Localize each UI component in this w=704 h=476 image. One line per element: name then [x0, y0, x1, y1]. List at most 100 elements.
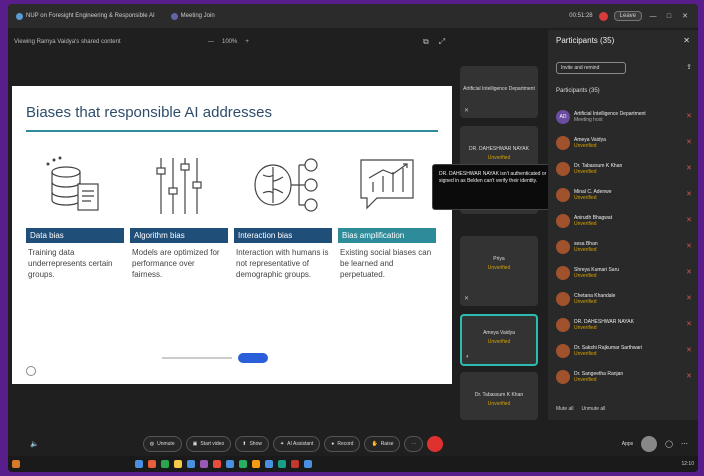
tile-name: Ameya Vaidya [483, 330, 515, 336]
slide-title: Biases that responsible AI addresses [26, 104, 272, 121]
zoom-in-button[interactable]: + [245, 39, 249, 45]
participants-section-header[interactable]: Participants (35) [556, 88, 600, 94]
participant-item[interactable]: DR. DAHESHWAR NAYAK Unverified ✕ [556, 312, 694, 338]
chat-icon[interactable]: ◯ [665, 440, 673, 448]
taskbar-app-icon[interactable] [174, 460, 182, 468]
slide-column-data-bias: Data bias Training data underrepresents … [26, 144, 124, 284]
taskbar-app-icon[interactable] [265, 460, 273, 468]
taskbar-app-icon[interactable] [148, 460, 156, 468]
share-toolbar: Viewing Ramya Vaidya's shared content — … [8, 32, 458, 52]
participant-item[interactable]: sesa Bhan Unverified ✕ [556, 234, 694, 260]
participant-item[interactable]: Dr. Tabassum K Khan Unverified ✕ [556, 156, 694, 182]
participant-item[interactable]: Anirudh Bhagwat Unverified ✕ [556, 208, 694, 234]
taskbar-app-icon[interactable] [278, 460, 286, 468]
taskbar-app-icon[interactable] [239, 460, 247, 468]
participant-item[interactable]: Chetana Khandale Unverified ✕ [556, 286, 694, 312]
speaker-icon[interactable]: 🔈 [30, 440, 39, 448]
button-label: Start video [200, 441, 225, 447]
taskbar-app-icon[interactable] [291, 460, 299, 468]
mic-off-icon: ✕ [686, 217, 692, 224]
tab-meeting-title[interactable]: NUP on Foresight Engineering & Responsib… [8, 4, 163, 28]
start-video-button[interactable]: ▣ Start video [185, 436, 232, 452]
participant-status: Unverified [574, 247, 597, 253]
search-icon[interactable] [135, 460, 143, 468]
raise-hand-button[interactable]: ✋ Raise [364, 436, 401, 452]
taskbar-app-icon[interactable] [161, 460, 169, 468]
tile-status: Unverified [487, 401, 511, 407]
database-document-icon [26, 144, 124, 228]
meeting-controls: 🔈 ◍ Unmute ▣ Start video ⬆ Show ✦ AI Assista… [8, 432, 698, 456]
apps-button[interactable]: Apps [622, 441, 633, 447]
footer-line [162, 357, 232, 359]
column-text: Models are optimized for performance ove… [132, 248, 220, 279]
taskbar-app-icon[interactable] [187, 460, 195, 468]
participants-icon[interactable] [641, 436, 658, 452]
zoom-control: — 100% + [208, 32, 249, 52]
unmute-button[interactable]: ◍ Unmute [142, 436, 182, 452]
fullscreen-icon[interactable]: ⤢ [439, 37, 445, 47]
participant-list: AD Artificial Intelligence Department Mee… [556, 104, 694, 390]
hand-icon: ✋ [371, 441, 378, 447]
zoom-out-button[interactable]: — [208, 39, 214, 45]
ai-assistant-button[interactable]: ✦ AI Assistant [272, 436, 321, 452]
start-icon[interactable] [12, 460, 20, 468]
panel-footer: Mute all Unmute all [556, 406, 605, 412]
column-header: Data bias [26, 228, 124, 243]
more-button[interactable]: ⋯ [404, 436, 424, 452]
slide-column-bias-amplification: Bias amplification Existing social biase… [338, 144, 436, 284]
button-label: AI Assistant [287, 441, 314, 447]
leave-call-button[interactable] [427, 436, 444, 452]
taskbar-app-icon[interactable] [200, 460, 208, 468]
record-button[interactable]: ● Record [324, 436, 361, 452]
participant-status: Unverified [574, 325, 597, 331]
participant-item[interactable]: AD Artificial Intelligence Department Mee… [556, 104, 694, 130]
taskbar-app-icon[interactable] [304, 460, 312, 468]
participant-item[interactable]: Dr. Sakshi Rajkumar Sarthwari Unverified … [556, 338, 694, 364]
leave-button[interactable]: Leave [613, 11, 642, 21]
taskbar-clock[interactable]: 12:10 [681, 461, 694, 467]
share-icons: ⧉ ⤢ [423, 32, 445, 52]
avatar [556, 292, 570, 306]
minimize-icon[interactable]: — [648, 13, 658, 20]
taskbar-app-icon[interactable] [213, 460, 221, 468]
taskbar-app-icon[interactable] [252, 460, 260, 468]
video-tile[interactable]: Priya Unverified ✕ [460, 236, 538, 306]
column-header: Interaction bias [234, 228, 332, 243]
participant-item[interactable]: Ameya Vaidya Unverified ✕ [556, 130, 694, 156]
logo-icon [26, 366, 36, 376]
close-icon[interactable]: ✕ [680, 12, 690, 20]
chart-speech-bubble-icon [338, 144, 436, 228]
tab-meeting-join[interactable]: Meeting Join [163, 4, 223, 28]
panel-title: Participants (35) [556, 36, 615, 45]
pop-out-icon[interactable]: ⧉ [423, 37, 429, 47]
close-panel-icon[interactable]: ✕ [683, 36, 690, 45]
mute-all-button[interactable]: Mute all [556, 406, 574, 412]
video-tile[interactable]: Artificial Intelligence Department ✕ [460, 66, 538, 118]
video-tile-speaking[interactable]: Ameya Vaidya Unverified ◐ [460, 314, 538, 366]
brain-network-icon [234, 144, 332, 228]
participant-item[interactable]: Shreya Kumari Saru Unverified ✕ [556, 260, 694, 286]
mic-off-icon: ✕ [464, 296, 470, 302]
button-label: Show [249, 441, 262, 447]
tile-name: DR. DAHESHWAR NAYAK [469, 146, 529, 152]
more-options-icon[interactable]: ⋯ [681, 440, 688, 448]
title-bar-controls: 00:51:28 Leave — □ ✕ [569, 11, 698, 21]
controls-right: Apps ◯ ⋯ [622, 436, 698, 452]
mic-off-icon: ✕ [686, 269, 692, 276]
footer-button [238, 353, 268, 363]
slide-divider [26, 130, 438, 132]
unmute-all-button[interactable]: Unmute all [582, 406, 606, 412]
invite-button[interactable]: Invite and remind [556, 62, 626, 74]
tab-label: NUP on Foresight Engineering & Responsib… [26, 13, 155, 19]
taskbar-app-icon[interactable] [226, 460, 234, 468]
tile-status: Unverified [487, 339, 511, 345]
participant-status: Unverified [574, 195, 597, 201]
title-bar: NUP on Foresight Engineering & Responsib… [8, 4, 698, 28]
video-tile[interactable]: Dr. Tabassum K Khan Unverified [460, 372, 538, 420]
maximize-icon[interactable]: □ [664, 13, 674, 20]
share-button[interactable]: ⬆ Show [235, 436, 269, 452]
participant-item[interactable]: Dr. Sangeetha Ranjan Unverified ✕ [556, 364, 694, 390]
avatar [556, 240, 570, 254]
participant-item[interactable]: Minal C. Adenwe Unverified ✕ [556, 182, 694, 208]
share-invite-icon[interactable]: ⇪ [686, 63, 692, 71]
